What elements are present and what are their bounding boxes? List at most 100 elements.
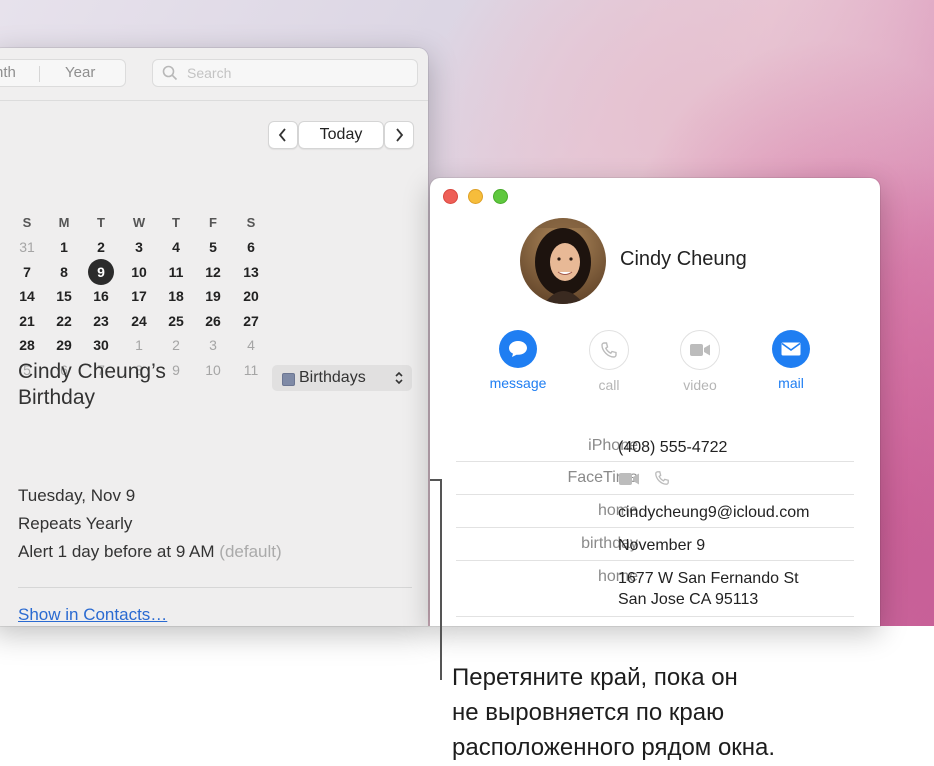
year-tab[interactable]: Year bbox=[65, 64, 95, 81]
email-row: home cindycheung9@icloud.com bbox=[456, 495, 854, 528]
avatar-photo bbox=[520, 218, 606, 304]
calendar-day[interactable]: 1 bbox=[49, 239, 79, 255]
mail-action[interactable]: mail bbox=[756, 330, 826, 391]
calendar-day[interactable]: 5 bbox=[198, 239, 228, 255]
calendar-day[interactable]: 7 bbox=[12, 264, 42, 280]
birthday-row-value: November 9 bbox=[618, 537, 706, 554]
facetime-audio-icon[interactable] bbox=[654, 470, 670, 486]
calendar-day[interactable]: 4 bbox=[161, 239, 191, 255]
search-field[interactable]: Search bbox=[152, 59, 418, 87]
caption-line-2: не выровняется по краю bbox=[452, 699, 725, 726]
calendar-day[interactable]: 27 bbox=[236, 313, 266, 329]
chevron-left-icon bbox=[278, 128, 286, 142]
message-button[interactable] bbox=[499, 330, 537, 368]
event-title: Cindy Cheung’s Birthday bbox=[18, 360, 166, 409]
calendar-day[interactable]: 28 bbox=[12, 337, 42, 353]
calendar-day[interactable]: 31 bbox=[12, 239, 42, 255]
calendar-inspector: Today S M T W T F S 31 1 2 3 4 5 6 7 8 9 10 11 12 13 14 15 16 17… bbox=[0, 101, 428, 626]
calendar-day[interactable]: 10 bbox=[124, 264, 154, 280]
call-label: call bbox=[598, 377, 620, 393]
phone-row: iPhone (408) 555-4722 bbox=[456, 430, 854, 462]
month-tab[interactable]: nth bbox=[0, 64, 16, 81]
previous-month-button[interactable] bbox=[268, 121, 298, 149]
address-line-2: San Jose CA 95113 bbox=[618, 591, 759, 608]
calendar-toolbar: nth Year Search bbox=[0, 48, 428, 101]
calendar-color-swatch bbox=[282, 373, 295, 386]
divider bbox=[18, 587, 412, 588]
calendar-day[interactable]: 18 bbox=[161, 288, 191, 304]
facetime-row: FaceTime bbox=[456, 462, 854, 495]
video-button bbox=[680, 330, 720, 370]
calendar-day[interactable]: 11 bbox=[161, 264, 191, 280]
calendar-day[interactable]: 2 bbox=[161, 337, 191, 353]
calendar-day[interactable]: 17 bbox=[124, 288, 154, 304]
calendar-day[interactable]: 24 bbox=[124, 313, 154, 329]
zoom-button[interactable] bbox=[493, 189, 508, 204]
facetime-video-icon[interactable] bbox=[618, 472, 640, 486]
close-button[interactable] bbox=[443, 189, 458, 204]
calendar-day[interactable]: 16 bbox=[86, 288, 116, 304]
calendar-day[interactable]: 23 bbox=[86, 313, 116, 329]
mail-label: mail bbox=[778, 375, 804, 391]
calendar-day[interactable]: 14 bbox=[12, 288, 42, 304]
contact-card-window: Cindy Cheung message call video mail iPh… bbox=[430, 178, 880, 626]
video-label: video bbox=[683, 377, 717, 393]
facetime-icons bbox=[618, 470, 670, 492]
event-alert: Alert 1 day before at 9 AM (default) bbox=[18, 542, 282, 562]
calendar-day[interactable]: 4 bbox=[236, 337, 266, 353]
event-date: Tuesday, Nov 9 bbox=[18, 486, 136, 505]
updown-chevron-icon bbox=[395, 371, 403, 385]
calendar-day[interactable]: 13 bbox=[236, 264, 266, 280]
calendar-day[interactable]: 12 bbox=[198, 264, 228, 280]
address-row: home 1677 W San Fernando St San Jose CA … bbox=[456, 561, 854, 617]
calendar-day[interactable]: 25 bbox=[161, 313, 191, 329]
address-row-value[interactable]: 1677 W San Fernando St San Jose CA 95113 bbox=[618, 568, 799, 610]
segment-divider bbox=[39, 66, 40, 82]
today-button[interactable]: Today bbox=[298, 121, 384, 149]
calendar-day[interactable]: 3 bbox=[198, 337, 228, 353]
mail-icon bbox=[781, 342, 801, 356]
caption-line-1: Перетяните край, пока он bbox=[452, 664, 738, 691]
call-button bbox=[589, 330, 629, 370]
calendar-day[interactable]: 1 bbox=[124, 337, 154, 353]
mail-button[interactable] bbox=[772, 330, 810, 368]
calendar-day[interactable]: 22 bbox=[49, 313, 79, 329]
chevron-right-icon bbox=[396, 128, 404, 142]
video-icon bbox=[690, 344, 710, 356]
view-segmented-control: nth Year bbox=[0, 59, 126, 87]
calendar-day[interactable]: 8 bbox=[49, 264, 79, 280]
show-in-contacts-link[interactable]: Show in Contacts… bbox=[18, 605, 167, 625]
calendar-day[interactable]: 21 bbox=[12, 313, 42, 329]
selected-day[interactable]: 9 bbox=[88, 258, 114, 285]
calendar-day[interactable]: 6 bbox=[236, 239, 266, 255]
contact-name: Cindy Cheung bbox=[620, 248, 747, 270]
caption-line-3: расположенного рядом окна. bbox=[452, 734, 776, 761]
weekday-header: W bbox=[132, 215, 146, 230]
calendar-day[interactable]: 19 bbox=[198, 288, 228, 304]
avatar bbox=[520, 218, 606, 304]
search-icon bbox=[162, 65, 178, 81]
address-line-1: 1677 W San Fernando St bbox=[618, 570, 799, 587]
calendar-popup-label: Birthdays bbox=[299, 369, 366, 386]
weekday-header: S bbox=[22, 215, 32, 230]
message-action[interactable]: message bbox=[483, 330, 553, 391]
calendar-window: nth Year Search Today SMTWTFS31123456789… bbox=[0, 48, 428, 626]
weekday-header: F bbox=[209, 215, 217, 230]
calendar-day[interactable]: 3 bbox=[124, 239, 154, 255]
next-month-button[interactable] bbox=[384, 121, 414, 149]
weekday-header: S bbox=[246, 215, 256, 230]
calendar-popup-button[interactable]: Birthdays bbox=[272, 365, 412, 391]
callout-caption: Перетяните край, пока он не выровняется … bbox=[452, 660, 892, 765]
calendar-day[interactable]: 15 bbox=[49, 288, 79, 304]
calendar-day[interactable]: 26 bbox=[198, 313, 228, 329]
phone-row-value[interactable]: (408) 555-4722 bbox=[618, 437, 727, 458]
calendar-day[interactable]: 29 bbox=[49, 337, 79, 353]
calendar-day[interactable]: 2 bbox=[86, 239, 116, 255]
calendar-day[interactable]: 20 bbox=[236, 288, 266, 304]
event-alert-text: Alert 1 day before at 9 AM bbox=[18, 542, 215, 561]
minimize-button[interactable] bbox=[468, 189, 483, 204]
calendar-day[interactable]: 30 bbox=[86, 337, 116, 353]
event-alert-note: (default) bbox=[219, 542, 282, 561]
email-row-value[interactable]: cindycheung9@icloud.com bbox=[618, 502, 809, 523]
message-label: message bbox=[489, 375, 547, 391]
